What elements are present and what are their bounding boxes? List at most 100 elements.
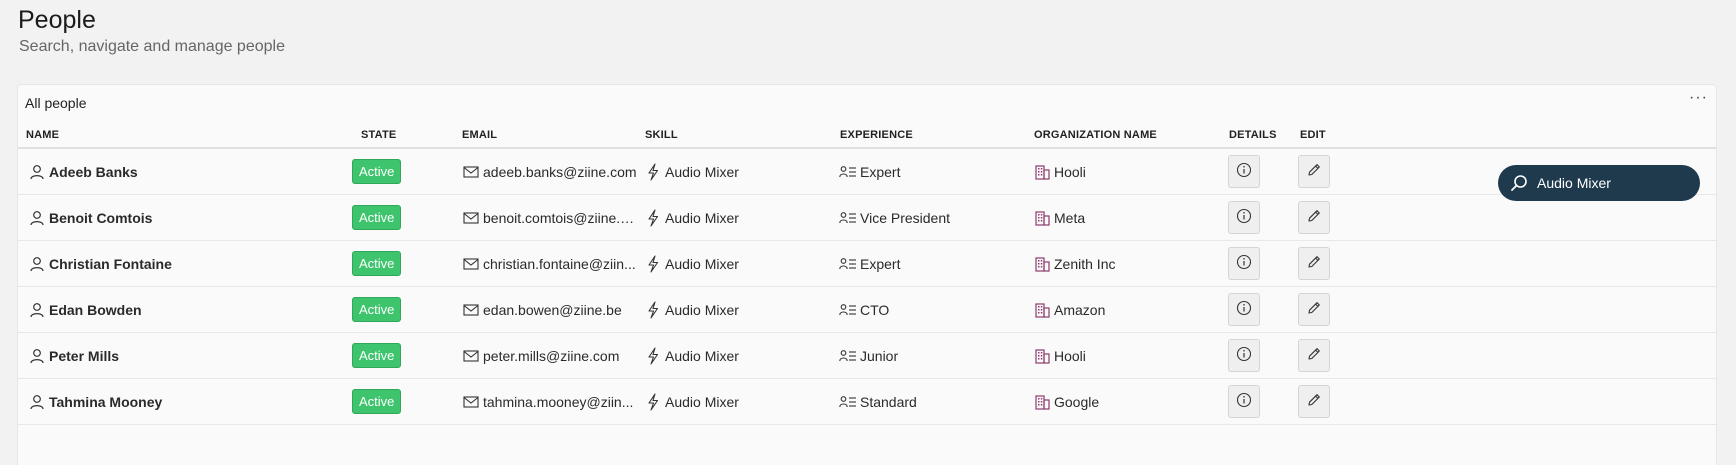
organization-text[interactable]: Hooli [1054, 348, 1086, 364]
details-cell [1228, 241, 1260, 286]
email-cell[interactable]: edan.bowen@ziine.be [462, 287, 652, 332]
status-badge: Active [352, 159, 402, 184]
experience-cell: Junior [839, 333, 898, 378]
status-badge: Active [352, 205, 402, 230]
column-header-edit: EDIT [1300, 129, 1326, 141]
skill-cell: Audio Mixer [644, 287, 739, 332]
organization-cell[interactable]: Amazon [1033, 287, 1105, 332]
mail-icon [462, 209, 480, 227]
organization-text[interactable]: Hooli [1054, 164, 1086, 180]
column-header-name[interactable]: NAME [26, 129, 59, 141]
table-row[interactable]: Adeeb Banks Active adeeb.banks@ziine.com… [18, 149, 1716, 195]
column-header-skill[interactable]: SKILL [645, 129, 678, 141]
column-header-experience[interactable]: EXPERIENCE [840, 129, 913, 141]
name-cell[interactable]: Tahmina Mooney [28, 379, 162, 424]
experience-list-icon [839, 209, 857, 227]
organization-cell[interactable]: Google [1033, 379, 1099, 424]
details-button[interactable] [1228, 385, 1260, 418]
page-subtitle: Search, navigate and manage people [19, 38, 285, 55]
details-button[interactable] [1228, 293, 1260, 326]
lightning-icon [644, 392, 662, 411]
edit-button[interactable] [1298, 201, 1330, 234]
column-header-state[interactable]: STATE [361, 129, 396, 141]
organization-text[interactable]: Amazon [1054, 302, 1105, 318]
person-name[interactable]: Edan Bowden [49, 302, 142, 318]
name-cell[interactable]: Christian Fontaine [28, 241, 172, 286]
status-badge: Active [352, 343, 402, 368]
pencil-icon [1306, 208, 1322, 227]
person-name[interactable]: Peter Mills [49, 348, 119, 364]
person-name[interactable]: Adeeb Banks [49, 164, 138, 180]
person-name[interactable]: Benoit Comtois [49, 210, 152, 226]
info-icon [1236, 208, 1252, 227]
table-row[interactable]: Benoit Comtois Active benoit.comtois@zii… [18, 195, 1716, 241]
name-cell[interactable]: Peter Mills [28, 333, 119, 378]
experience-text: CTO [860, 301, 890, 318]
person-name[interactable]: Tahmina Mooney [49, 394, 162, 410]
email-text[interactable]: christian.fontaine@ziin... [483, 256, 636, 272]
organization-text[interactable]: Google [1054, 394, 1099, 410]
details-button[interactable] [1228, 155, 1260, 188]
edit-button[interactable] [1298, 247, 1330, 280]
building-icon [1033, 209, 1051, 227]
edit-cell [1298, 195, 1330, 240]
email-cell[interactable]: peter.mills@ziine.com [462, 333, 652, 378]
person-name[interactable]: Christian Fontaine [49, 256, 172, 272]
experience-list-icon [839, 163, 857, 181]
state-cell: Active [352, 149, 402, 194]
column-header-organization[interactable]: ORGANIZATION NAME [1034, 129, 1157, 141]
email-cell[interactable]: tahmina.mooney@ziin... [462, 379, 652, 424]
lightning-icon [644, 208, 662, 227]
details-button[interactable] [1228, 247, 1260, 280]
email-text[interactable]: peter.mills@ziine.com [483, 348, 619, 364]
name-cell[interactable]: Adeeb Banks [28, 149, 138, 194]
search-box[interactable] [1498, 165, 1700, 201]
email-cell[interactable]: christian.fontaine@ziin... [462, 241, 652, 286]
email-text[interactable]: adeeb.banks@ziine.com [483, 164, 637, 180]
experience-cell: Expert [839, 149, 900, 194]
experience-list-icon [839, 255, 857, 273]
details-button[interactable] [1228, 339, 1260, 372]
search-input[interactable] [1537, 175, 1687, 191]
state-cell: Active [352, 241, 402, 286]
state-cell: Active [352, 333, 402, 378]
organization-text[interactable]: Meta [1054, 210, 1085, 226]
edit-button[interactable] [1298, 293, 1330, 326]
pencil-icon [1306, 162, 1322, 181]
mail-icon [462, 255, 480, 273]
details-button[interactable] [1228, 201, 1260, 234]
edit-button[interactable] [1298, 155, 1330, 188]
email-cell[interactable]: benoit.comtois@ziine.c... [462, 195, 652, 240]
name-cell[interactable]: Benoit Comtois [28, 195, 152, 240]
people-table-card: All people ··· NAME STATE EMAIL SKILL EX… [17, 84, 1717, 465]
name-cell[interactable]: Edan Bowden [28, 287, 142, 332]
organization-cell[interactable]: Zenith Inc [1033, 241, 1115, 286]
skill-cell: Audio Mixer [644, 241, 739, 286]
organization-text[interactable]: Zenith Inc [1054, 256, 1115, 272]
experience-text: Expert [860, 163, 901, 180]
edit-button[interactable] [1298, 339, 1330, 372]
experience-list-icon [839, 393, 857, 411]
organization-cell[interactable]: Hooli [1033, 333, 1086, 378]
column-header-email[interactable]: EMAIL [462, 129, 497, 141]
state-cell: Active [352, 287, 402, 332]
experience-cell: CTO [839, 287, 889, 332]
edit-button[interactable] [1298, 385, 1330, 418]
table-row[interactable]: Peter Mills Active peter.mills@ziine.com… [18, 333, 1716, 379]
building-icon [1033, 163, 1051, 181]
experience-cell: Vice President [839, 195, 950, 240]
more-options-button[interactable]: ··· [1689, 89, 1708, 107]
email-cell[interactable]: adeeb.banks@ziine.com [462, 149, 652, 194]
email-text[interactable]: benoit.comtois@ziine.c... [483, 210, 638, 226]
table-row[interactable]: Tahmina Mooney Active tahmina.mooney@zii… [18, 379, 1716, 425]
table-row[interactable]: Edan Bowden Active edan.bowen@ziine.be A… [18, 287, 1716, 333]
email-text[interactable]: tahmina.mooney@ziin... [483, 394, 633, 410]
experience-text: Junior [860, 347, 899, 364]
email-text[interactable]: edan.bowen@ziine.be [483, 302, 622, 318]
state-cell: Active [352, 195, 402, 240]
organization-cell[interactable]: Meta [1033, 195, 1085, 240]
table-row[interactable]: Christian Fontaine Active christian.font… [18, 241, 1716, 287]
table-header: NAME STATE EMAIL SKILL EXPERIENCE ORGANI… [18, 123, 1716, 149]
lightning-icon [644, 162, 662, 181]
organization-cell[interactable]: Hooli [1033, 149, 1086, 194]
